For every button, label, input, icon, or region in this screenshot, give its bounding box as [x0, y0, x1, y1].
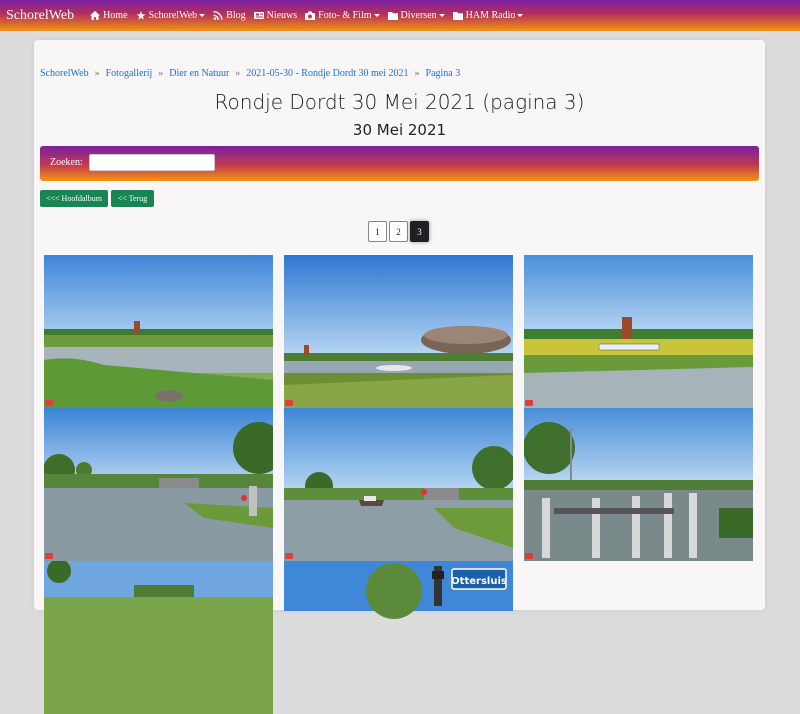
- media-type-icon: [45, 553, 53, 559]
- photo-river-boat: [284, 408, 513, 561]
- page-subtitle: 30 Mei 2021: [352, 121, 447, 139]
- gallery-photo[interactable]: Ottersluis: [284, 561, 513, 714]
- rss-icon: [213, 11, 223, 20]
- gallery-photo[interactable]: [284, 408, 513, 561]
- page-title: Rondje Dordt 30 Mei 2021 (pagina 3): [214, 90, 585, 114]
- breadcrumb-item-current-page[interactable]: Pagina 3: [425, 68, 460, 79]
- nav-diversen-label: Diversen: [400, 10, 437, 21]
- media-type-icon: [285, 400, 293, 406]
- breadcrumb-item-dier-en-natuur[interactable]: Dier en Natuur: [169, 68, 229, 79]
- media-type-icon: [525, 553, 533, 559]
- nav-ham-radio-dropdown[interactable]: HAM Radio: [452, 10, 524, 21]
- breadcrumb-item-schorelweb[interactable]: SchorelWeb: [40, 68, 89, 79]
- page-link-3-current[interactable]: 3: [410, 221, 429, 242]
- star-icon: [136, 11, 146, 20]
- search-bar: Zoeken:: [40, 146, 759, 181]
- media-type-icon: [285, 553, 293, 559]
- photo-river-wide: [44, 255, 273, 408]
- photo-rock-foreground: [284, 255, 513, 408]
- main-album-button[interactable]: <<< Hoofdalbum: [40, 190, 108, 207]
- nav-nieuws[interactable]: Nieuws: [253, 10, 298, 21]
- gallery-photo[interactable]: [284, 255, 513, 408]
- photo-otter-sign: Ottersluis: [284, 561, 513, 619]
- nav-diversen-dropdown[interactable]: Diversen: [387, 10, 445, 21]
- gallery-photo[interactable]: [524, 255, 753, 408]
- photo-river-sign: [524, 255, 753, 408]
- newspaper-icon: [253, 12, 264, 19]
- breadcrumb: SchorelWeb » Fotogallerij » Dier en Natuur » 2…: [40, 68, 460, 79]
- folder-icon: [387, 12, 398, 20]
- brand-link[interactable]: SchorelWeb: [6, 8, 74, 24]
- folder-icon: [452, 12, 463, 20]
- breadcrumb-separator: »: [158, 68, 164, 79]
- nav-foto-film-dropdown[interactable]: Foto- & Film: [305, 10, 380, 21]
- nav-schorelweb-label: SchorelWeb: [148, 10, 198, 21]
- nav-blog-label: Blog: [226, 10, 246, 21]
- nav-schorelweb-dropdown[interactable]: SchorelWeb: [136, 10, 206, 21]
- chevron-down-icon: [438, 14, 445, 17]
- page-link-2[interactable]: 2: [389, 221, 408, 242]
- chevron-down-icon: [517, 14, 524, 17]
- nav-foto-film-label: Foto- & Film: [318, 10, 372, 21]
- breadcrumb-item-fotogallerij[interactable]: Fotogallerij: [106, 68, 153, 79]
- chevron-down-icon: [199, 14, 206, 17]
- search-input[interactable]: [89, 154, 215, 171]
- nav-nieuws-label: Nieuws: [266, 10, 298, 21]
- gallery-photo[interactable]: [44, 408, 273, 561]
- breadcrumb-item-album[interactable]: 2021-05-30 - Rondje Dordt 30 mei 2021: [246, 68, 408, 79]
- otter-sign-text: Ottersluis: [451, 576, 507, 587]
- chevron-down-icon: [373, 14, 380, 17]
- gallery-photo[interactable]: [524, 408, 753, 561]
- media-type-icon: [525, 400, 533, 406]
- pagination: 1 2 3: [368, 221, 429, 242]
- breadcrumb-separator: »: [414, 68, 420, 79]
- back-button[interactable]: << Terug: [111, 190, 154, 207]
- photo-lock-gate: [524, 408, 753, 561]
- nav-blog[interactable]: Blog: [213, 10, 246, 21]
- photo-partial-field: [44, 561, 273, 714]
- top-navbar: SchorelWeb Home SchorelWeb Blog Nieuws F…: [0, 0, 800, 31]
- photo-river-trees: [44, 408, 273, 561]
- breadcrumb-separator: »: [94, 68, 100, 79]
- camera-icon: [305, 11, 316, 20]
- page-link-1[interactable]: 1: [368, 221, 387, 242]
- gallery-photo[interactable]: [44, 255, 273, 408]
- nav-home[interactable]: Home: [90, 10, 128, 21]
- search-label: Zoeken:: [50, 157, 83, 168]
- home-icon: [90, 11, 101, 20]
- breadcrumb-separator: »: [235, 68, 241, 79]
- nav-home-label: Home: [103, 10, 128, 21]
- media-type-icon: [45, 400, 53, 406]
- nav-ham-radio-label: HAM Radio: [465, 10, 516, 21]
- content-card: SchorelWeb » Fotogallerij » Dier en Natuur » 2…: [34, 40, 765, 714]
- gallery-photo[interactable]: [44, 561, 273, 714]
